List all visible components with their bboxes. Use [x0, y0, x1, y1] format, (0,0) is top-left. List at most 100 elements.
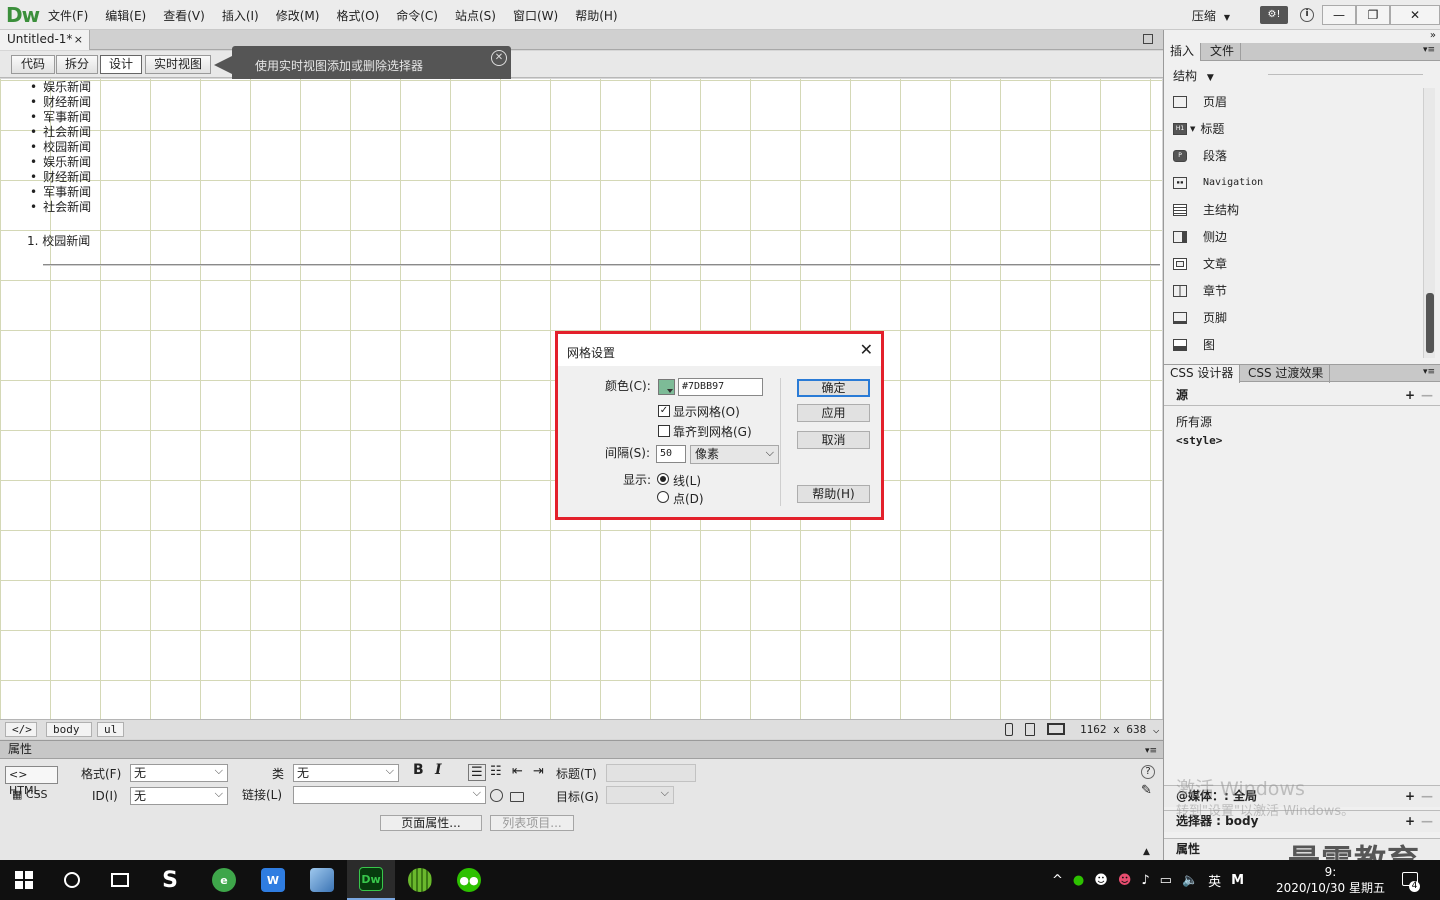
help-button[interactable]: 帮助(H)	[797, 485, 870, 503]
insert-figure[interactable]: 图	[1173, 331, 1263, 358]
link-input[interactable]	[293, 785, 486, 804]
insert-navigation[interactable]: ▪▪ Navigation	[1173, 169, 1263, 196]
folder-icon[interactable]	[510, 792, 524, 802]
collapse-icon[interactable]: ▲	[1143, 847, 1150, 857]
expand-panels-icon[interactable]: »	[1430, 30, 1436, 41]
ime-mode[interactable]: M	[1231, 873, 1244, 888]
list-item[interactable]: 财经新闻	[30, 95, 91, 110]
taskbar-app[interactable]: e	[200, 860, 248, 900]
taskbar-app[interactable]: W	[249, 860, 297, 900]
minimize-button[interactable]: —	[1322, 5, 1356, 25]
network-icon[interactable]: ▭	[1160, 873, 1172, 888]
snap-grid-label[interactable]: 靠齐到网格(G)	[673, 423, 752, 440]
id-select[interactable]: 无	[130, 786, 228, 805]
window-size-readout[interactable]: 1162 x 638 ⌵	[1080, 723, 1159, 736]
volume-icon[interactable]: 🔈	[1182, 873, 1198, 888]
ordered-list-item[interactable]: 1. 校园新闻	[27, 234, 90, 249]
split-view-button[interactable]: 拆分	[56, 55, 98, 74]
spacing-input[interactable]: 50	[656, 445, 686, 463]
source-style[interactable]: <style>	[1176, 434, 1222, 447]
scrollbar-thumb[interactable]	[1426, 293, 1434, 353]
insert-main[interactable]: 主结构	[1173, 196, 1263, 223]
restore-button[interactable]: ❐	[1356, 5, 1390, 25]
insert-header[interactable]: 页眉	[1173, 88, 1263, 115]
qq-tray-icon[interactable]: ☻	[1094, 873, 1108, 888]
css-mode-button[interactable]: ▦ CSS	[12, 788, 48, 801]
menu-site[interactable]: 站点(S)	[455, 7, 496, 24]
menu-view[interactable]: 查看(V)	[163, 7, 205, 24]
code-view-button[interactable]: 代码	[11, 55, 55, 74]
panel-menu-icon[interactable]: ▾≡	[1423, 367, 1435, 377]
menu-help[interactable]: 帮助(H)	[575, 7, 617, 24]
indent-icon[interactable]: ⇥	[533, 764, 544, 779]
show-hidden-icons[interactable]: ^	[1052, 873, 1063, 888]
insert-category-dropdown[interactable]: 结构 ▼	[1173, 67, 1214, 84]
mobile-size-icon[interactable]	[1005, 723, 1013, 736]
tab-insert[interactable]: 插入	[1164, 43, 1202, 61]
menu-commands[interactable]: 命令(C)	[396, 7, 438, 24]
notification-bell-icon[interactable]: ♪	[1141, 873, 1149, 888]
taskbar-app[interactable]: S	[146, 860, 194, 900]
unit-select[interactable]: 像素	[690, 444, 779, 464]
unordered-list-icon[interactable]: ☰	[468, 764, 486, 781]
class-select[interactable]: 无	[293, 763, 399, 782]
add-media-button[interactable]: +	[1405, 786, 1415, 807]
start-button[interactable]	[0, 860, 48, 900]
list-item[interactable]: 军事新闻	[30, 185, 91, 200]
tab-css-designer[interactable]: CSS 设计器	[1164, 365, 1241, 383]
insert-paragraph[interactable]: P 段落	[1173, 142, 1263, 169]
help-icon[interactable]: ?	[1141, 765, 1155, 779]
outdent-icon[interactable]: ⇤	[512, 764, 523, 779]
qq-alt-tray-icon[interactable]: ☻	[1118, 873, 1132, 888]
taskbar-wechat[interactable]: ●●	[445, 860, 493, 900]
source-all[interactable]: 所有源	[1176, 413, 1212, 430]
list-item[interactable]: 娱乐新闻	[30, 155, 91, 170]
task-view-button[interactable]	[96, 860, 144, 900]
horizontal-rule[interactable]	[43, 264, 1160, 266]
show-grid-label[interactable]: 显示网格(O)	[673, 403, 740, 420]
list-item[interactable]: 社会新闻	[30, 200, 91, 215]
workspace-switcher[interactable]: 压缩 ▼	[1192, 7, 1230, 24]
lines-label[interactable]: 线(L)	[673, 472, 701, 489]
point-to-file-icon[interactable]	[490, 789, 503, 802]
taskbar-app[interactable]	[298, 860, 346, 900]
insert-scrollbar[interactable]	[1423, 88, 1435, 358]
cancel-button[interactable]: 取消	[797, 431, 870, 449]
insert-heading[interactable]: H1 ▼ 标题	[1173, 115, 1263, 142]
close-tab-icon[interactable]: ×	[74, 30, 83, 49]
format-select[interactable]: 无	[130, 763, 228, 782]
page-properties-button[interactable]: 页面属性...	[380, 815, 482, 831]
tablet-size-icon[interactable]	[1025, 723, 1035, 736]
menu-edit[interactable]: 编辑(E)	[105, 7, 146, 24]
snap-grid-checkbox[interactable]	[658, 425, 670, 437]
ok-button[interactable]: 确定	[797, 379, 870, 397]
ime-language[interactable]: 英	[1208, 871, 1221, 890]
add-selector-button[interactable]: +	[1405, 811, 1415, 832]
italic-button[interactable]: I	[435, 762, 442, 778]
edit-icon[interactable]: ✎	[1141, 783, 1152, 798]
desktop-size-icon[interactable]	[1047, 723, 1065, 735]
list-item[interactable]: 校园新闻	[30, 140, 91, 155]
lines-radio[interactable]	[657, 473, 669, 485]
tab-files[interactable]: 文件	[1204, 43, 1242, 61]
info-icon[interactable]: i	[1300, 8, 1314, 22]
dots-label[interactable]: 点(D)	[673, 490, 704, 507]
tag-ul[interactable]: ul	[97, 722, 124, 737]
list-item[interactable]: 财经新闻	[30, 170, 91, 185]
document-tab[interactable]: Untitled-1* ×	[0, 30, 90, 50]
taskbar-dreamweaver[interactable]: Dw	[347, 860, 395, 900]
insert-article[interactable]: 文章	[1173, 250, 1263, 277]
design-view-button[interactable]: 设计	[100, 55, 142, 74]
restore-panel-icon[interactable]	[1143, 34, 1153, 44]
html-mode-button[interactable]: <> HTML	[5, 766, 58, 797]
apply-button[interactable]: 应用	[797, 404, 870, 422]
color-hex-input[interactable]: #7DBB97	[678, 378, 763, 396]
list-item[interactable]: 娱乐新闻	[30, 80, 91, 95]
list-item[interactable]: 社会新闻	[30, 125, 91, 140]
code-tag-icon[interactable]: </>	[5, 722, 37, 737]
dots-radio[interactable]	[657, 491, 669, 503]
menu-insert[interactable]: 插入(I)	[222, 7, 259, 24]
taskbar-app[interactable]	[396, 860, 444, 900]
close-icon[interactable]: ✕	[860, 340, 873, 359]
menu-window[interactable]: 窗口(W)	[513, 7, 558, 24]
